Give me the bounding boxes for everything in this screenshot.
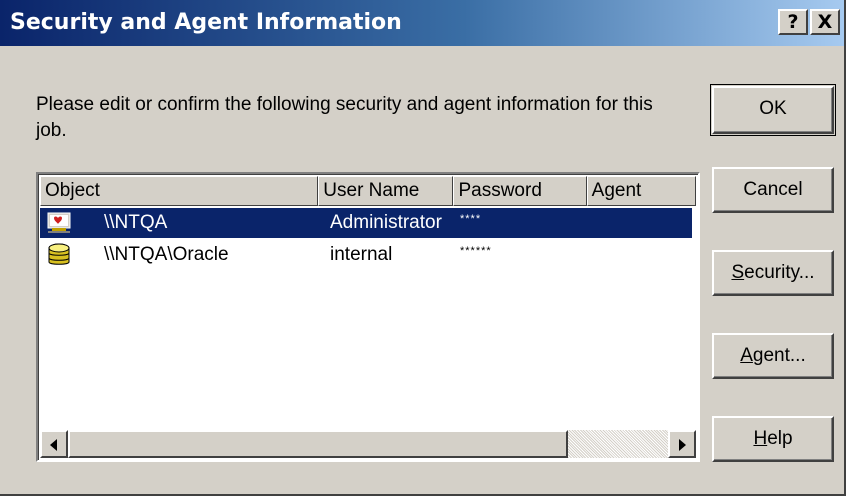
list-row[interactable]: \\NTQA Administrator **** [40, 208, 692, 238]
security-agent-dialog: Security and Agent Information ? X Pleas… [0, 0, 846, 496]
help-button[interactable]: Help [712, 416, 834, 462]
object-list[interactable]: Object User Name Password Agent \\NTQA A… [36, 172, 700, 462]
title-bar[interactable]: Security and Agent Information ? X [0, 0, 844, 46]
context-help-button[interactable]: ? [778, 9, 808, 35]
agent-label: gent... [752, 345, 806, 366]
row-user-name: internal [330, 244, 393, 265]
row-user-name: Administrator [330, 212, 442, 233]
ok-button[interactable]: OK [710, 84, 836, 136]
row-password: **** [460, 213, 482, 225]
scroll-right-icon[interactable] [668, 430, 696, 458]
instruction-text: Please edit or confirm the following sec… [36, 94, 653, 141]
row-object: \\NTQA [104, 212, 168, 233]
scroll-track[interactable] [568, 430, 668, 458]
column-header-user-name[interactable]: User Name [318, 176, 454, 206]
cancel-button[interactable]: Cancel [712, 167, 834, 213]
dialog-title: Security and Agent Information [10, 10, 402, 35]
row-password: ****** [460, 245, 492, 257]
scroll-thumb[interactable] [68, 430, 568, 458]
horizontal-scrollbar[interactable] [40, 430, 696, 458]
scroll-left-icon[interactable] [40, 430, 68, 458]
column-header-password[interactable]: Password [453, 176, 587, 206]
help-mnemonic: H [753, 428, 768, 449]
server-icon [46, 211, 72, 235]
column-header-agent[interactable]: Agent [586, 176, 696, 206]
security-mnemonic: S [731, 262, 745, 283]
close-button[interactable]: X [810, 9, 840, 35]
row-object: \\NTQA\Oracle [104, 244, 229, 265]
database-icon [46, 243, 72, 267]
security-label: ecurity... [744, 262, 815, 283]
list-header: Object User Name Password Agent [40, 176, 696, 206]
column-header-object[interactable]: Object [40, 176, 319, 206]
help-label: elp [767, 428, 793, 449]
list-row[interactable]: \\NTQA\Oracle internal ****** [40, 240, 692, 270]
agent-mnemonic: A [740, 345, 753, 366]
security-button[interactable]: Security... [712, 250, 834, 296]
agent-button[interactable]: Agent... [712, 333, 834, 379]
